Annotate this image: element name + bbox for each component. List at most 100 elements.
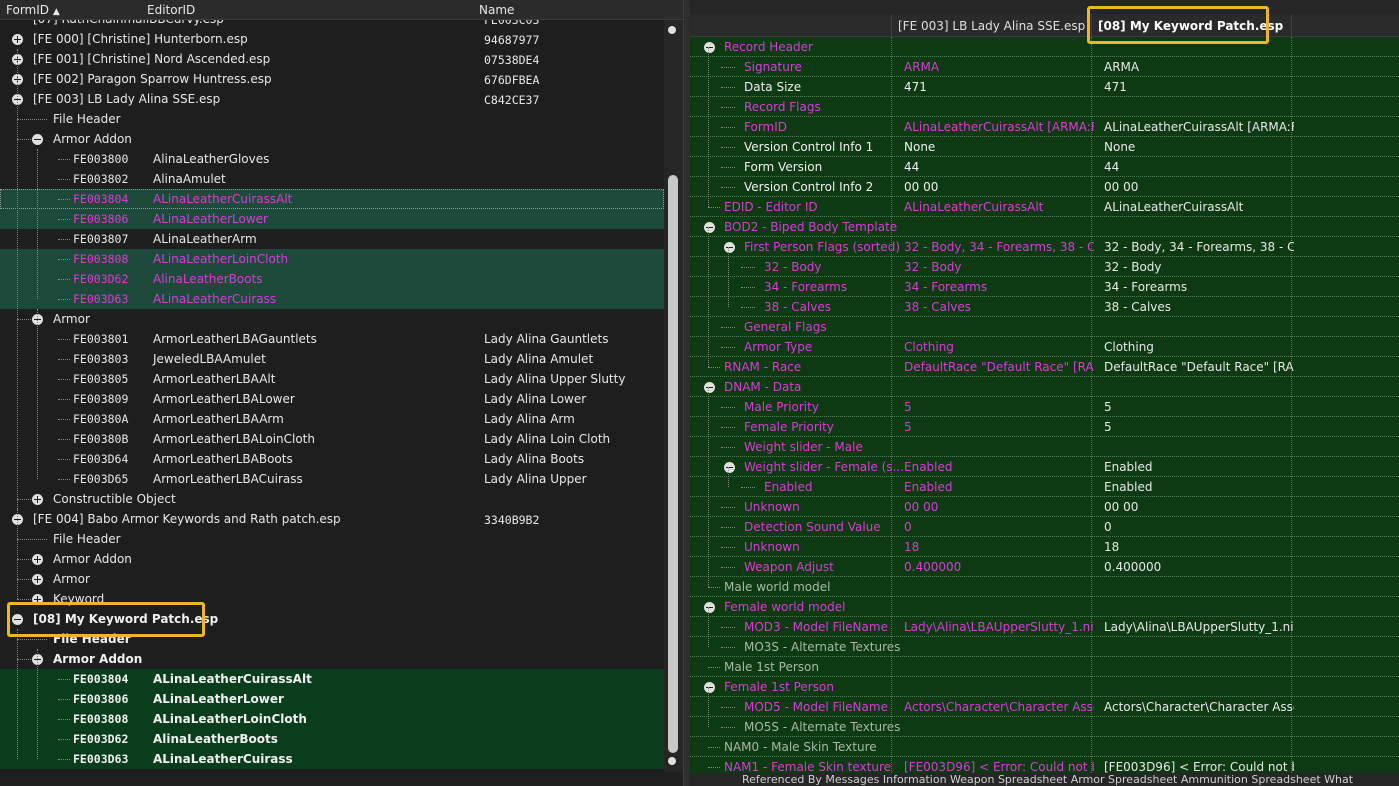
collapse-icon[interactable] — [704, 382, 715, 393]
record-field-row[interactable]: Signature ARMA ARMA — [690, 57, 1399, 77]
expand-icon[interactable] — [12, 34, 23, 45]
field-value-my-keyword-patch[interactable]: 18 — [1104, 540, 1294, 554]
tree-record-row[interactable]: FE003807 ALinaLeatherArm — [0, 229, 664, 249]
tree-group-row[interactable]: [FE 000] [Christine] Hunterborn.esp 94687… — [0, 29, 664, 49]
field-value-fe003[interactable]: 5 — [904, 400, 1094, 414]
record-field-row[interactable]: RNAM - Race DefaultRace "Default Race" [R… — [690, 357, 1399, 377]
expand-icon[interactable] — [32, 574, 43, 585]
tree-group-row[interactable]: File Header — [0, 629, 664, 649]
record-field-row[interactable]: BOD2 - Biped Body Template — [690, 217, 1399, 237]
collapse-icon[interactable] — [12, 614, 23, 625]
record-field-row[interactable]: Detection Sound Value 0 0 — [690, 517, 1399, 537]
tree-group-row[interactable]: [07] RathChainmailBBCurvy.esp FE003C03 — [0, 20, 664, 29]
tree-record-row[interactable]: FE003805 ArmorLeatherLBAAlt Lady Alina Upp… — [0, 369, 664, 389]
collapse-icon[interactable] — [32, 134, 43, 145]
record-field-row[interactable]: Unknown 00 00 00 00 — [690, 497, 1399, 517]
field-value-my-keyword-patch[interactable]: ARMA — [1104, 60, 1294, 74]
tree-group-row[interactable]: Armor — [0, 309, 664, 329]
expand-icon[interactable] — [32, 494, 43, 505]
collapse-icon[interactable] — [724, 462, 735, 473]
tree-group-row[interactable]: File Header — [0, 109, 664, 129]
record-field-row[interactable]: Weapon Adjust 0.400000 0.400000 — [690, 557, 1399, 577]
field-value-my-keyword-patch[interactable]: ALinaLeatherCuirassAlt — [1104, 200, 1294, 214]
tree-group-row[interactable]: [FE 001] [Christine] Nord Ascended.esp 07… — [0, 49, 664, 69]
record-field-row[interactable]: DNAM - Data — [690, 377, 1399, 397]
tree-vertical-scrollbar[interactable] — [664, 20, 683, 772]
field-value-my-keyword-patch[interactable]: 0 — [1104, 520, 1294, 534]
field-value-my-keyword-patch[interactable]: DefaultRace "Default Race" [RAC... — [1104, 360, 1294, 374]
field-value-my-keyword-patch[interactable]: 34 - Forearms — [1104, 280, 1294, 294]
record-field-row[interactable]: Weight slider - Female (s... Enabled Enabl… — [690, 457, 1399, 477]
expand-icon[interactable] — [32, 594, 43, 605]
record-field-row[interactable]: Version Control Info 2 00 00 00 00 — [690, 177, 1399, 197]
record-field-row[interactable]: First Person Flags (sorted) 32 - Body, 34… — [690, 237, 1399, 257]
field-value-fe003[interactable]: ALinaLeatherCuirassAlt [ARMA:F... — [904, 120, 1094, 134]
tree-group-row[interactable]: Armor Addon — [0, 549, 664, 569]
tree-record-row[interactable]: FE003D63 ALinaLeatherCuirass — [0, 289, 664, 309]
field-value-my-keyword-patch[interactable]: 5 — [1104, 400, 1294, 414]
field-value-fe003[interactable]: 00 00 — [904, 500, 1094, 514]
field-value-my-keyword-patch[interactable]: Lady\Alina\LBAUpperSlutty_1.nif — [1104, 620, 1294, 634]
field-value-my-keyword-patch[interactable]: 471 — [1104, 80, 1294, 94]
column-header-fe003[interactable]: [FE 003] LB Lady Alina SSE.esp — [898, 19, 1085, 33]
scrollbar-thumb[interactable] — [668, 175, 678, 753]
tree-record-row[interactable]: FE003804 ALinaLeatherCuirassAlt — [0, 189, 664, 209]
field-value-my-keyword-patch[interactable]: Enabled — [1104, 460, 1294, 474]
record-field-row[interactable]: MOD3 - Model FileName Lady\Alina\LBAUpper… — [690, 617, 1399, 637]
tree-group-row[interactable]: Keyword — [0, 589, 664, 609]
record-field-row[interactable]: Male world model — [690, 577, 1399, 597]
record-field-row[interactable]: Version Control Info 1 None None — [690, 137, 1399, 157]
record-field-row[interactable]: 32 - Body 32 - Body 32 - Body — [690, 257, 1399, 277]
record-field-row[interactable]: MOD5 - Model FileName Actors\Character\Ch… — [690, 697, 1399, 717]
field-value-my-keyword-patch[interactable]: Actors\Character\Character Asse... — [1104, 700, 1294, 714]
collapse-icon[interactable] — [704, 42, 715, 53]
field-value-my-keyword-patch[interactable]: 00 00 — [1104, 500, 1294, 514]
record-field-row[interactable]: Form Version 44 44 — [690, 157, 1399, 177]
bottom-tabs[interactable]: Referenced By Messages Information Weapo… — [742, 773, 1399, 786]
field-value-fe003[interactable]: DefaultRace "Default Race" [RAC... — [904, 360, 1094, 374]
tree-group-row[interactable]: Armor Addon — [0, 129, 664, 149]
field-value-fe003[interactable]: 00 00 — [904, 180, 1094, 194]
record-field-row[interactable]: NAM0 - Male Skin Texture — [690, 737, 1399, 757]
field-value-fe003[interactable]: None — [904, 140, 1094, 154]
field-value-fe003[interactable]: 0.400000 — [904, 560, 1094, 574]
tree-group-row[interactable]: Armor Addon — [0, 649, 664, 669]
tree-record-row[interactable]: FE003808 ALinaLeatherLoinCloth — [0, 709, 664, 729]
record-field-row[interactable]: 34 - Forearms 34 - Forearms 34 - Forearms — [690, 277, 1399, 297]
tree-group-row[interactable]: [FE 004] Babo Armor Keywords and Rath pa… — [0, 509, 664, 529]
scroll-down-arrow-icon[interactable] — [668, 757, 676, 765]
tree-group-row[interactable]: Constructible Object — [0, 489, 664, 509]
record-field-row[interactable]: Unknown 18 18 — [690, 537, 1399, 557]
field-value-my-keyword-patch[interactable]: 00 00 — [1104, 180, 1294, 194]
field-value-fe003[interactable]: 32 - Body, 34 - Forearms, 38 - Ca... — [904, 240, 1094, 254]
field-value-fe003[interactable]: Actors\Character\Character Asse... — [904, 700, 1094, 714]
record-field-row[interactable]: MO3S - Alternate Textures — [690, 637, 1399, 657]
record-field-row[interactable]: Female Priority 5 5 — [690, 417, 1399, 437]
tree-record-row[interactable]: FE003D62 AlinaLeatherBoots — [0, 269, 664, 289]
field-value-fe003[interactable]: 34 - Forearms — [904, 280, 1094, 294]
field-value-my-keyword-patch[interactable]: 44 — [1104, 160, 1294, 174]
field-value-my-keyword-patch[interactable]: Clothing — [1104, 340, 1294, 354]
tree-record-row[interactable]: FE003804 ALinaLeatherCuirassAlt — [0, 669, 664, 689]
field-value-my-keyword-patch[interactable]: 32 - Body — [1104, 260, 1294, 274]
record-field-row[interactable]: Enabled Enabled Enabled — [690, 477, 1399, 497]
field-value-my-keyword-patch[interactable]: None — [1104, 140, 1294, 154]
field-value-my-keyword-patch[interactable]: ALinaLeatherCuirassAlt [ARMA:F... — [1104, 120, 1294, 134]
field-value-fe003[interactable]: 0 — [904, 520, 1094, 534]
tree-record-row[interactable]: FE003D62 AlinaLeatherBoots — [0, 729, 664, 749]
record-field-row[interactable]: FormID ALinaLeatherCuirassAlt [ARMA:F... A… — [690, 117, 1399, 137]
tree-group-row[interactable]: Armor — [0, 569, 664, 589]
record-field-row[interactable]: Female world model — [690, 597, 1399, 617]
tree-group-row[interactable]: [FE 003] LB Lady Alina SSE.esp C842CE37 — [0, 89, 664, 109]
record-field-row[interactable]: Female 1st Person — [690, 677, 1399, 697]
record-field-row[interactable]: 38 - Calves 38 - Calves 38 - Calves — [690, 297, 1399, 317]
column-header-my-keyword-patch[interactable]: [08] My Keyword Patch.esp — [1098, 19, 1283, 33]
tree-group-row[interactable]: [FE 002] Paragon Sparrow Huntress.esp 676… — [0, 69, 664, 89]
tree-record-row[interactable]: FE003801 ArmorLeatherLBAGauntlets Lady Ali… — [0, 329, 664, 349]
field-value-fe003[interactable]: 5 — [904, 420, 1094, 434]
record-field-row[interactable]: Record Header — [690, 37, 1399, 57]
field-value-my-keyword-patch[interactable]: 5 — [1104, 420, 1294, 434]
record-field-row[interactable]: General Flags — [690, 317, 1399, 337]
record-field-row[interactable]: MO5S - Alternate Textures — [690, 717, 1399, 737]
field-value-fe003[interactable]: 32 - Body — [904, 260, 1094, 274]
